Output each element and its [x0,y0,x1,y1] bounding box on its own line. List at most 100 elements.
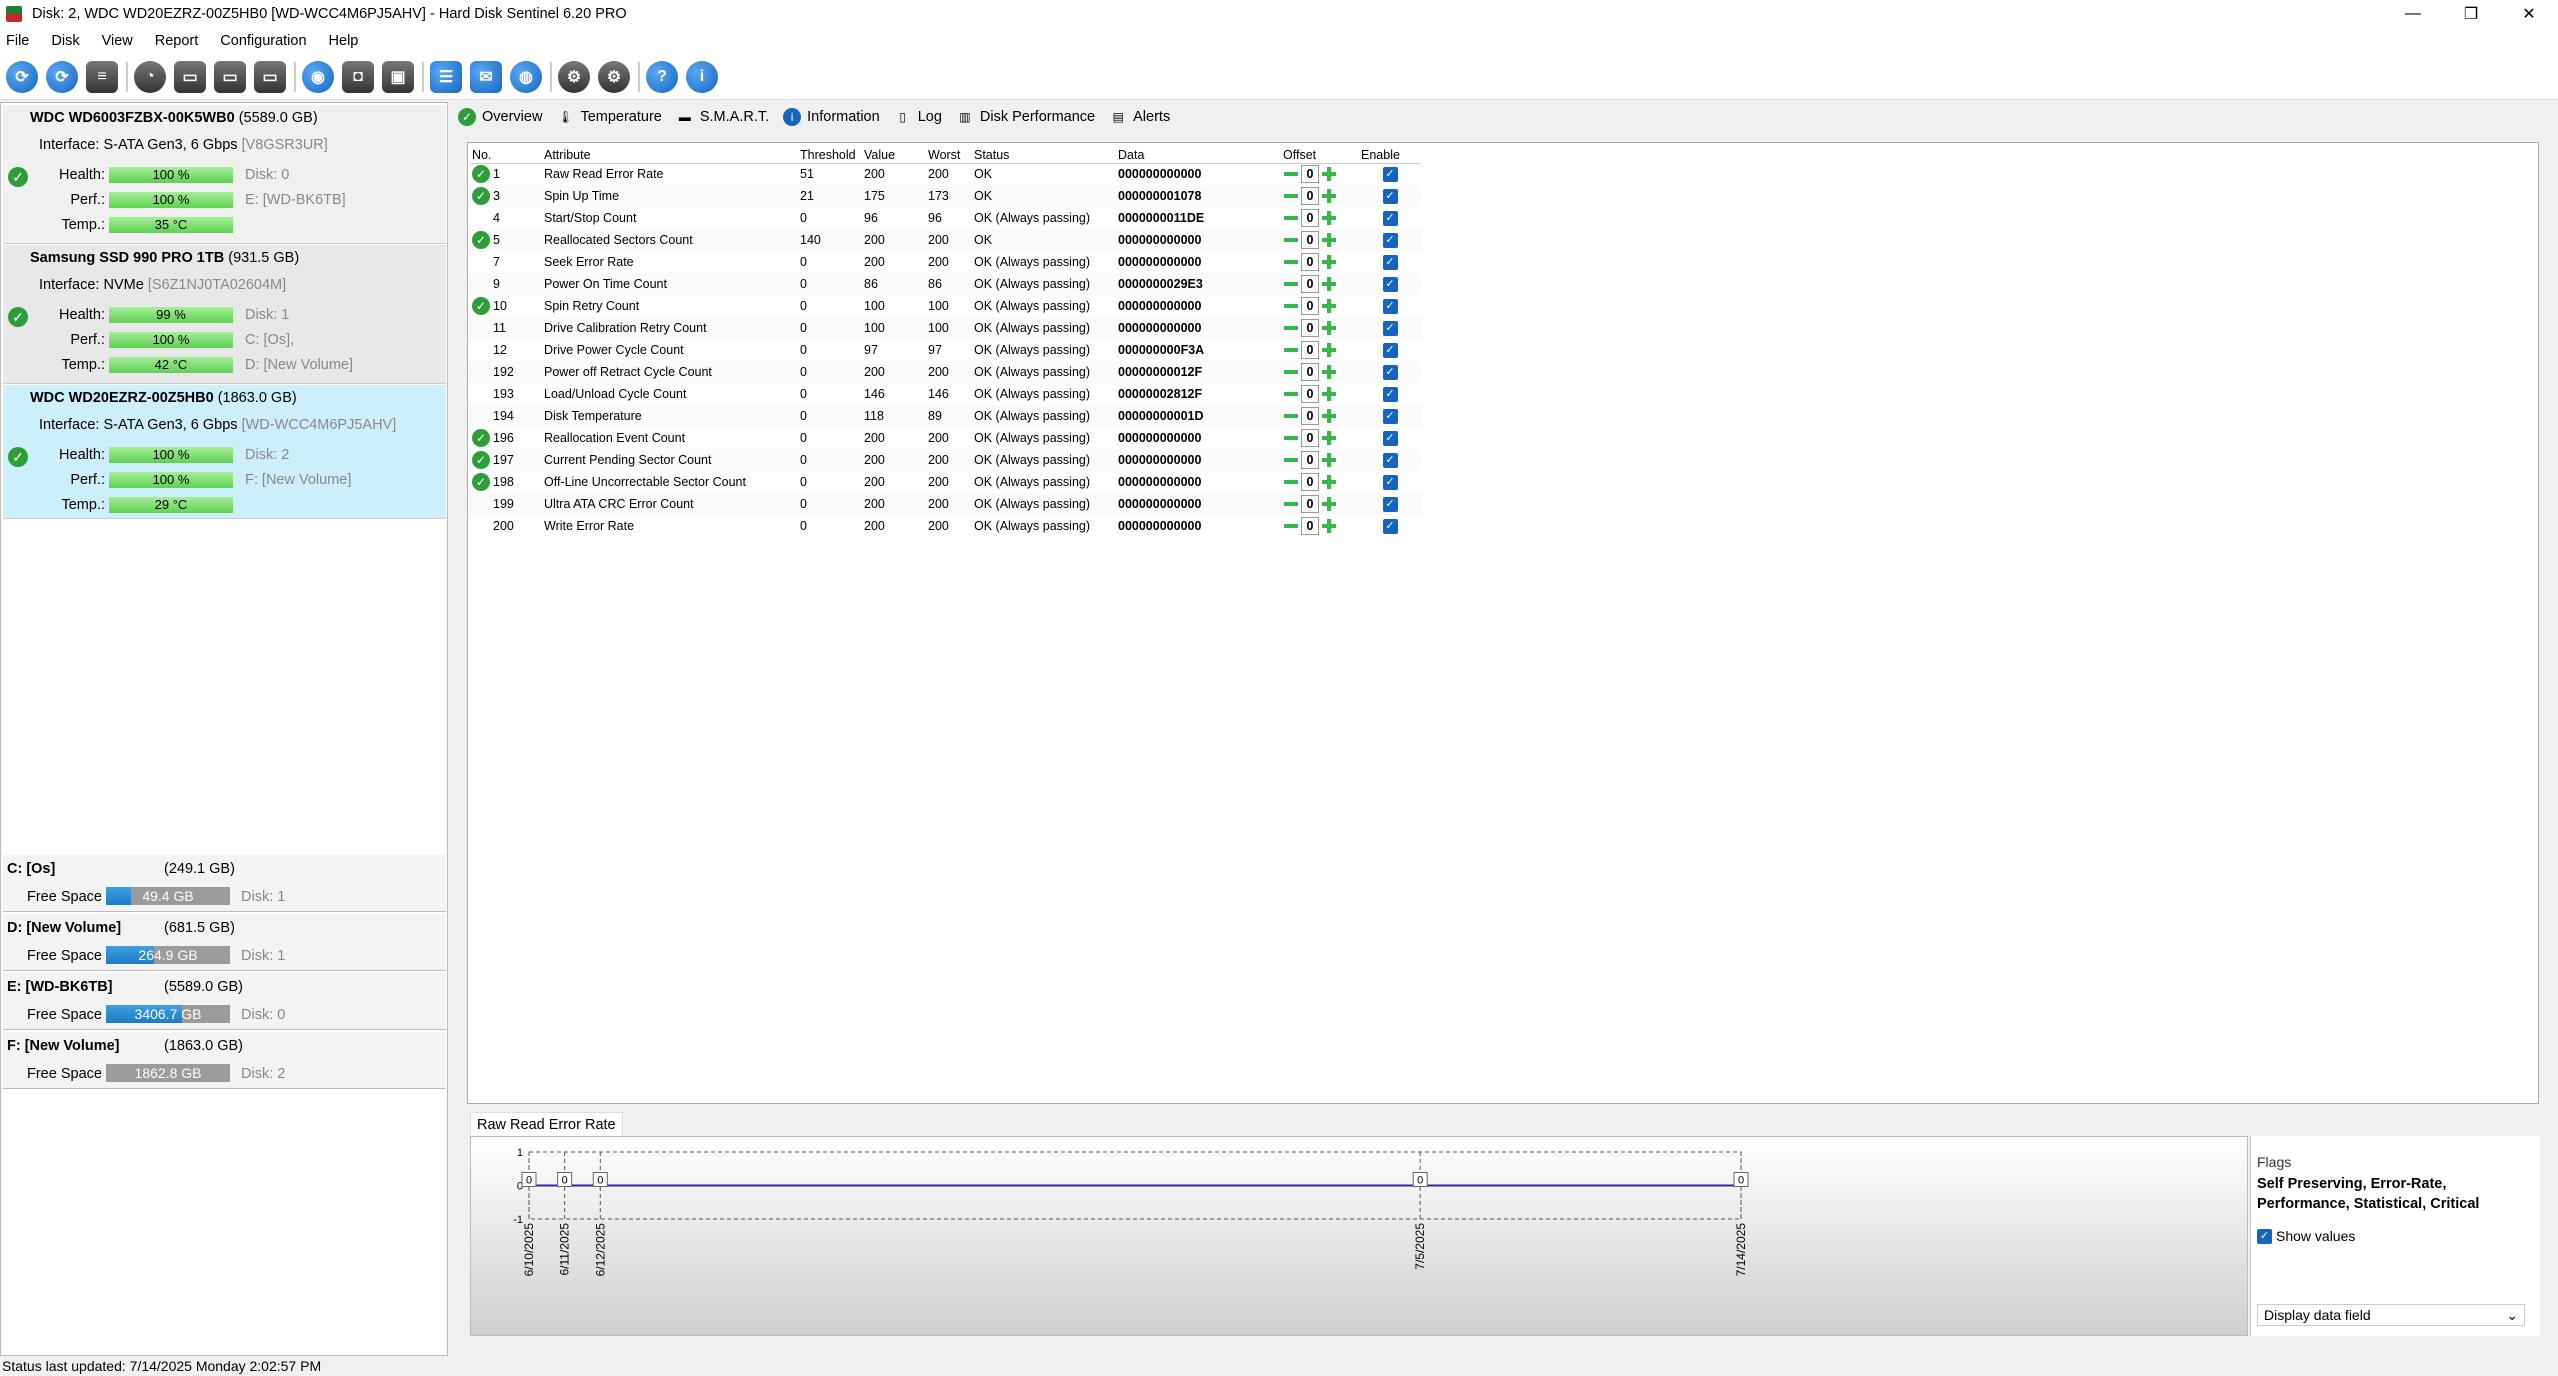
enable-checkbox[interactable]: ✓ [1382,255,1398,270]
offset-value[interactable]: 0 [1301,297,1319,315]
enable-checkbox[interactable]: ✓ [1382,431,1398,446]
minus-icon[interactable] [1283,496,1299,512]
enable-checkbox[interactable]: ✓ [1382,497,1398,512]
show-values-checkbox[interactable]: ✓ Show values [2257,1228,2355,1244]
offset-value[interactable]: 0 [1301,253,1319,271]
plus-icon[interactable] [1321,254,1337,270]
menu-view[interactable]: View [102,33,133,49]
enable-checkbox[interactable]: ✓ [1382,387,1398,402]
minus-icon[interactable] [1283,364,1299,380]
menu-report[interactable]: Report [155,33,199,49]
offset-value[interactable]: 0 [1301,385,1319,403]
plus-icon[interactable] [1321,342,1337,358]
plus-icon[interactable] [1321,496,1337,512]
minus-icon[interactable] [1283,210,1299,226]
smart-row[interactable]: 200 Write Error Rate 0 200 200 OK (Always pas… [470,515,1421,537]
menu-help[interactable]: Help [329,33,359,49]
minus-icon[interactable] [1283,298,1299,314]
minus-icon[interactable] [1283,452,1299,468]
smart-row[interactable]: ✓ 3 Spin Up Time 21 175 173 OK 000000001078 0 ✓ [470,185,1421,207]
volume-entry[interactable]: D: [New Volume] (681.5 GB) Free Space 264… [3,914,446,971]
smart-row[interactable]: 194 Disk Temperature 0 118 89 OK (Always pass… [470,405,1421,427]
plus-icon[interactable] [1321,430,1337,446]
settings-icon[interactable]: ⚙ [558,60,590,93]
maximize-button[interactable]: ❐ [2442,0,2500,28]
volume-entry[interactable]: C: [Os] (249.1 GB) Free Space 49.4 GB Dis… [3,855,446,912]
plus-icon[interactable] [1321,298,1337,314]
disk-entry-selected[interactable]: WDC WD20EZRZ-00Z5HB0 (1863.0 GB) Interfa… [3,385,446,519]
plus-icon[interactable] [1321,188,1337,204]
smart-row[interactable]: 193 Load/Unload Cycle Count 0 146 146 OK (Alw… [470,383,1421,405]
minus-icon[interactable] [1283,430,1299,446]
disk-entry[interactable]: WDC WD6003FZBX-00K5WB0 (5589.0 GB) Inter… [3,105,446,244]
minus-icon[interactable] [1283,474,1299,490]
web-report-icon[interactable]: ◍ [510,60,542,93]
tab-information[interactable]: i Information [783,108,880,126]
minus-icon[interactable] [1283,254,1299,270]
enable-checkbox[interactable]: ✓ [1382,299,1398,314]
email-icon[interactable]: ✉ [470,60,502,93]
enable-checkbox[interactable]: ✓ [1382,475,1398,490]
network-icon[interactable]: ◉ [302,60,334,93]
surface-test-icon[interactable]: ◔ [134,60,166,93]
smart-row[interactable]: ✓ 196 Reallocation Event Count 0 200 200 OK (A… [470,427,1421,449]
smart-row[interactable]: ✓ 198 Off-Line Uncorrectable Sector Count 0… [470,471,1421,493]
volume-entry[interactable]: E: [WD-BK6TB] (5589.0 GB) Free Space 3406… [3,973,446,1030]
tab-disk-performance[interactable]: ▥ Disk Performance [956,108,1095,126]
enable-checkbox[interactable]: ✓ [1382,211,1398,226]
advanced-settings-icon[interactable]: ⚙ [598,60,630,93]
plus-icon[interactable] [1321,364,1337,380]
offset-value[interactable]: 0 [1301,165,1319,184]
minus-icon[interactable] [1283,276,1299,292]
minus-icon[interactable] [1283,188,1299,204]
info-icon[interactable]: i [686,60,718,93]
enable-checkbox[interactable]: ✓ [1382,189,1398,204]
col-worst[interactable]: Worst [926,147,972,164]
minus-icon[interactable] [1283,518,1299,534]
offset-value[interactable]: 0 [1301,429,1319,447]
acoustic-icon[interactable]: ◘ [342,60,374,93]
plus-icon[interactable] [1321,166,1337,182]
minimize-button[interactable]: — [2384,0,2442,28]
smart-row[interactable]: 11 Drive Calibration Retry Count 0 100 100 OK… [470,317,1421,339]
close-button[interactable]: ✕ [2500,0,2558,28]
col-enable[interactable]: Enable [1359,147,1421,164]
refresh-all-icon[interactable]: ⟳ [46,60,78,93]
plus-icon[interactable] [1321,320,1337,336]
help-icon[interactable]: ? [646,60,678,93]
plus-icon[interactable] [1321,452,1337,468]
plus-icon[interactable] [1321,276,1337,292]
enable-checkbox[interactable]: ✓ [1382,519,1398,534]
col-offset[interactable]: Offset [1281,147,1359,164]
offset-value[interactable]: 0 [1301,451,1319,469]
offset-value[interactable]: 0 [1301,187,1319,205]
offset-value[interactable]: 0 [1301,209,1319,227]
tab-overview[interactable]: ✓ Overview [458,108,542,126]
smart-row[interactable]: ✓ 5 Reallocated Sectors Count 140 200 200 OK 00… [470,229,1421,251]
minus-icon[interactable] [1283,320,1299,336]
backup-icon[interactable]: ▣ [382,60,414,93]
smart-row[interactable]: 4 Start/Stop Count 0 96 96 OK (Always passing… [470,207,1421,229]
tab-log[interactable]: ▯ Log [894,108,942,126]
disk-check-icon[interactable]: ▭ [214,60,246,93]
plus-icon[interactable] [1321,518,1337,534]
menu-file[interactable]: File [6,33,29,49]
col-attribute[interactable]: Attribute [542,147,798,164]
offset-value[interactable]: 0 [1301,363,1319,381]
disk-entry[interactable]: Samsung SSD 990 PRO 1TB (931.5 GB) Inter… [3,245,446,384]
plus-icon[interactable] [1321,408,1337,424]
plus-icon[interactable] [1321,474,1337,490]
disk-list-icon[interactable]: ≡ [86,60,118,93]
plus-icon[interactable] [1321,210,1337,226]
smart-row[interactable]: 12 Drive Power Cycle Count 0 97 97 OK (Always… [470,339,1421,361]
display-field-select[interactable]: Display data field ⌄ [2257,1304,2525,1326]
tab-alerts[interactable]: ▤ Alerts [1109,108,1170,126]
col-value[interactable]: Value [862,147,926,164]
disk-info-icon[interactable]: ▭ [254,60,286,93]
enable-checkbox[interactable]: ✓ [1382,167,1398,183]
enable-checkbox[interactable]: ✓ [1382,453,1398,468]
col-no[interactable]: No. [470,147,542,164]
minus-icon[interactable] [1283,408,1299,424]
minus-icon[interactable] [1283,342,1299,358]
col-threshold[interactable]: Threshold [798,147,862,164]
